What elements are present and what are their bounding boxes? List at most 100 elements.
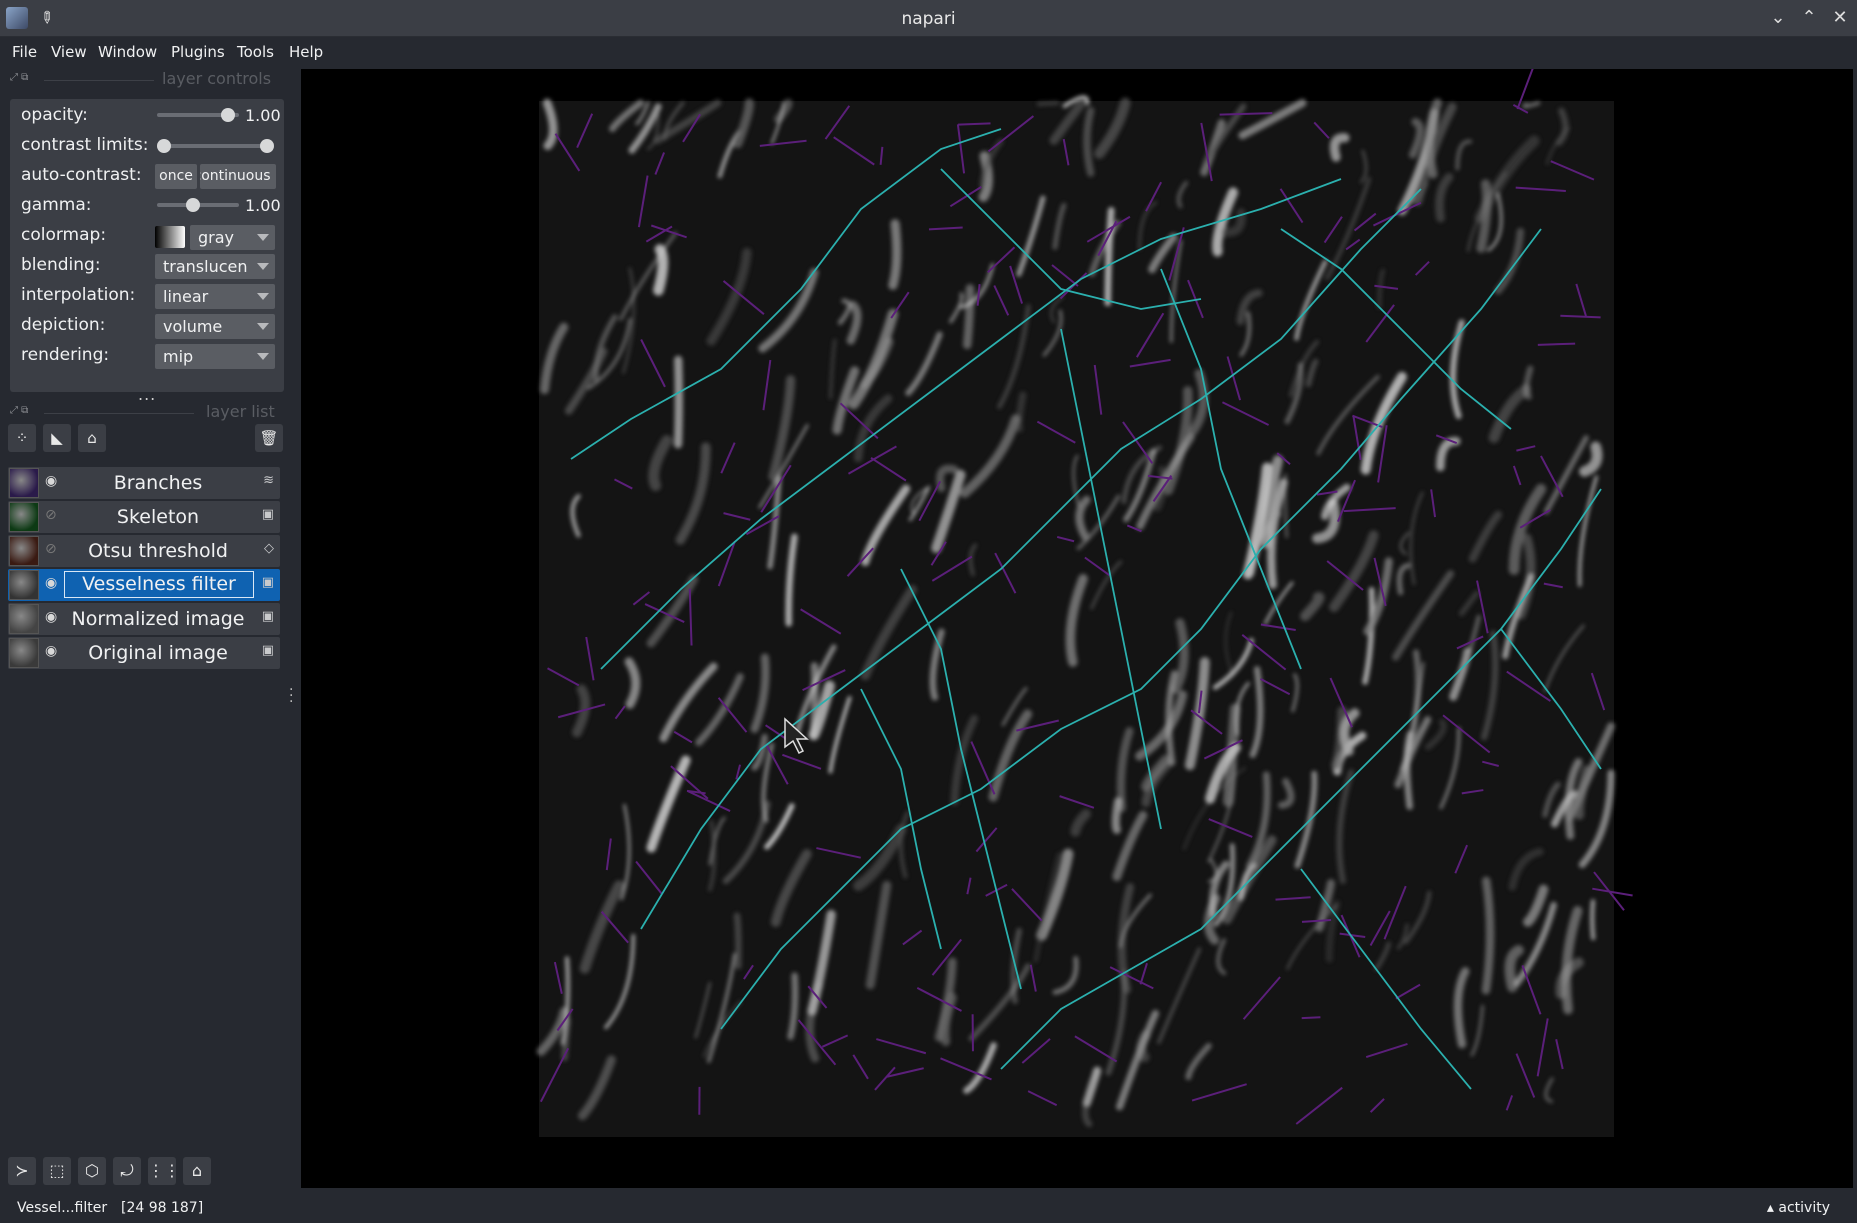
home-icon[interactable]: ⌂: [183, 1157, 211, 1185]
new-shapes-icon[interactable]: ◣: [43, 424, 71, 452]
eye-icon[interactable]: ◉: [45, 609, 57, 625]
new-labels-icon[interactable]: ⌂: [78, 424, 106, 452]
menu-help[interactable]: Help: [289, 43, 323, 61]
window-title: napari: [901, 9, 956, 29]
dock-divider: [44, 80, 154, 81]
layer-row[interactable]: ⊘ Otsu threshold ◇: [8, 535, 280, 567]
grid-icon[interactable]: ⋮⋮⋮: [148, 1157, 196, 1185]
contrast-limits-label: contrast limits:: [21, 135, 149, 155]
roll-dims-icon[interactable]: ⬡: [78, 1157, 106, 1185]
contrast-low-handle[interactable]: [157, 139, 171, 153]
image-layer-icon: ▣: [261, 507, 274, 522]
auto-contrast-label: auto-contrast:: [21, 165, 142, 185]
transpose-icon[interactable]: ⤾: [113, 1157, 141, 1185]
auto-contrast-continuous-button[interactable]: continuous: [200, 164, 276, 189]
layer-row[interactable]: ◉ Branches ≋: [8, 467, 280, 499]
layer-row[interactable]: ◉ Original image ▣: [8, 637, 280, 669]
trash-icon[interactable]: 🗑: [255, 424, 283, 452]
layer-row[interactable]: ◉ Vesselness filter ▣: [8, 569, 280, 601]
layer-name[interactable]: Normalized image: [68, 608, 248, 630]
dock-divider: [44, 413, 194, 414]
blending-value: translucent: [163, 257, 247, 276]
eye-slash-icon[interactable]: ⊘: [45, 541, 57, 557]
vessel-segment: [1104, 207, 1115, 307]
contrast-high-handle[interactable]: [260, 139, 274, 153]
menu-window[interactable]: Window: [98, 43, 157, 61]
layer-name[interactable]: Vesselness filter: [64, 571, 254, 598]
colormap-dropdown[interactable]: gray: [190, 225, 275, 250]
colormap-value: gray: [198, 228, 235, 247]
layer-thumbnail: [9, 638, 39, 668]
layer-thumbnail: [9, 468, 39, 498]
layer-name[interactable]: Branches: [68, 472, 248, 494]
contrast-limits-slider[interactable]: [163, 144, 273, 148]
layer-thumbnail: [9, 536, 39, 566]
controls-more-handle[interactable]: ...: [138, 385, 156, 404]
depiction-value: volume: [163, 317, 223, 336]
eye-icon[interactable]: ◉: [45, 643, 57, 659]
labels-layer-icon: ◇: [264, 541, 274, 556]
eye-icon[interactable]: ◉: [45, 473, 57, 489]
interpolation-value: linear: [163, 287, 209, 306]
new-points-icon[interactable]: ⁘: [8, 424, 36, 452]
blending-dropdown[interactable]: translucent: [155, 254, 275, 279]
vessel-segment: [1111, 797, 1123, 834]
chevron-down-icon: [257, 323, 269, 330]
layer-thumbnail: [9, 604, 39, 634]
vessel-segment: [962, 284, 975, 350]
interpolation-label: interpolation:: [21, 285, 136, 305]
opacity-label: opacity:: [21, 105, 88, 125]
vessel-segment: [1083, 106, 1095, 177]
chevron-up-icon[interactable]: ⌃: [1797, 6, 1821, 30]
console-icon[interactable]: ≻: [8, 1157, 36, 1185]
colormap-label: colormap:: [21, 225, 107, 245]
layer-name[interactable]: Original image: [68, 642, 248, 664]
menu-tools[interactable]: Tools: [237, 43, 274, 61]
image-layer-icon: ▣: [261, 575, 274, 590]
activity-label: activity: [1778, 1200, 1830, 1216]
eye-icon[interactable]: ◉: [45, 575, 57, 591]
dock-float-icon[interactable]: ⤢ ⧉: [10, 72, 28, 83]
left-dock: ⤢ ⧉ layer controls opacity: 1.00 contras…: [0, 69, 300, 1188]
rendering-dropdown[interactable]: mip: [155, 344, 275, 369]
status-layer-name: Vessel...filter: [17, 1200, 108, 1216]
gamma-slider-handle[interactable]: [186, 198, 200, 212]
interpolation-dropdown[interactable]: linear: [155, 284, 275, 309]
vessel-segment: [1481, 876, 1495, 995]
close-icon[interactable]: ✕: [1828, 6, 1852, 30]
menu-bar: File View Window Plugins Tools Help: [0, 37, 1857, 69]
branch-segment: [1537, 342, 1576, 346]
chevron-down-icon: [257, 293, 269, 300]
chevron-down-icon[interactable]: ⌄: [1766, 6, 1790, 30]
layer-thumbnail: [9, 570, 39, 600]
dock-splitter-handle[interactable]: · · ·: [289, 683, 293, 709]
depiction-dropdown[interactable]: volume: [155, 314, 275, 339]
ndisplay-3d-icon[interactable]: ⬚: [43, 1157, 71, 1185]
menu-view[interactable]: View: [51, 43, 87, 61]
opacity-slider-handle[interactable]: [221, 108, 235, 122]
gamma-label: gamma:: [21, 195, 92, 215]
layer-row[interactable]: ⊘ Skeleton ▣: [8, 501, 280, 533]
layer-controls-title: layer controls: [162, 69, 272, 88]
branch-segment: [1301, 1016, 1321, 1020]
vessel-segment: [1283, 473, 1289, 539]
auto-contrast-once-button[interactable]: once: [155, 164, 197, 189]
chevron-down-icon: [257, 263, 269, 270]
vessel-segment: [673, 355, 683, 449]
chevron-down-icon: [257, 353, 269, 360]
layer-name[interactable]: Skeleton: [68, 506, 248, 528]
eye-slash-icon[interactable]: ⊘: [45, 507, 57, 523]
dock-float-icon[interactable]: ⤢ ⧉: [10, 405, 28, 416]
menu-plugins[interactable]: Plugins: [171, 43, 225, 61]
viewer-canvas[interactable]: [301, 69, 1853, 1188]
status-bar: Vessel...filter [24 98 187] ▴ activity: [0, 1193, 1857, 1223]
layer-row[interactable]: ◉ Normalized image ▣: [8, 603, 280, 635]
activity-button[interactable]: ▴ activity: [1767, 1200, 1830, 1216]
layer-controls-panel: opacity: 1.00 contrast limits: auto-cont…: [10, 99, 284, 392]
title-bar[interactable]: ✎ napari ⌄ ⌃ ✕: [0, 0, 1857, 37]
menu-file[interactable]: File: [12, 43, 37, 61]
vessel-segment: [888, 219, 902, 290]
layer-name[interactable]: Otsu threshold: [68, 540, 248, 562]
image-layer-icon: ▣: [261, 609, 274, 624]
layer-thumbnail: [9, 502, 39, 532]
